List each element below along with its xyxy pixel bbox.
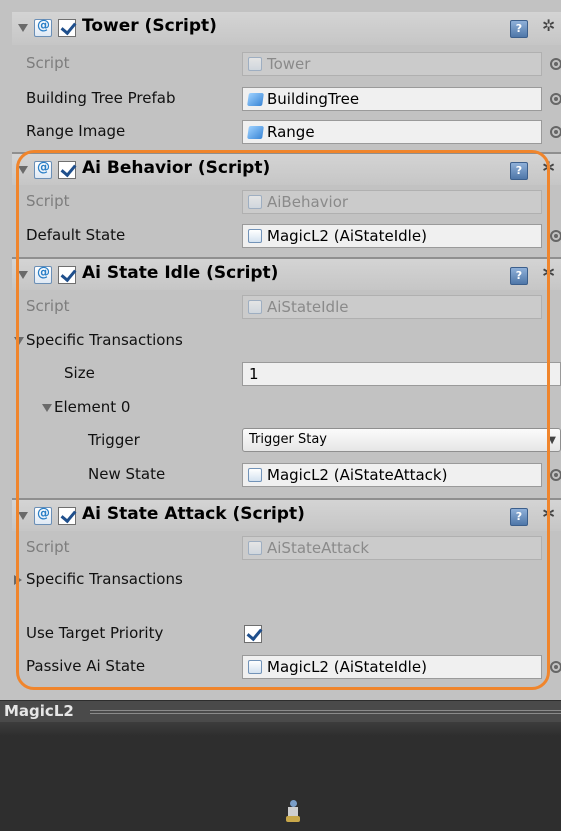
script-field-ai-behavior: AiBehavior	[242, 190, 542, 214]
object-picker-icon[interactable]	[550, 58, 561, 70]
building-tree-prefab-field[interactable]: BuildingTree	[242, 87, 542, 111]
passive-ai-state-field[interactable]: MagicL2 (AiStateIdle)	[242, 655, 542, 679]
preview-title: MagicL2	[4, 702, 74, 720]
script-file-icon	[248, 660, 262, 674]
script-field-tower: Tower	[242, 52, 542, 76]
element-0-foldout[interactable]: Element 0	[54, 398, 130, 416]
enable-checkbox-ai-state-attack[interactable]	[58, 507, 76, 525]
component-title-ai-state-attack: Ai State Attack (Script)	[82, 504, 305, 524]
gear-icon[interactable]: ✲	[542, 158, 555, 177]
preview-top-strip	[0, 722, 561, 736]
script-icon	[34, 160, 52, 179]
component-header-ai-state-attack[interactable]: Ai State Attack (Script) ? ✲	[12, 498, 561, 531]
object-picker-icon[interactable]	[550, 661, 561, 673]
use-target-priority-checkbox[interactable]	[244, 625, 262, 643]
prop-label-trigger: Trigger	[88, 431, 140, 449]
enable-checkbox-tower[interactable]	[58, 19, 76, 37]
component-header-ai-state-idle[interactable]: Ai State Idle (Script) ? ✲	[12, 257, 561, 290]
help-icon[interactable]: ?	[510, 267, 528, 285]
prop-label-building-tree-prefab: Building Tree Prefab	[26, 89, 176, 107]
component-title-tower: Tower (Script)	[82, 16, 217, 36]
script-file-icon	[248, 229, 262, 243]
object-picker-icon[interactable]	[550, 230, 561, 242]
prop-label-range-image: Range Image	[26, 122, 126, 140]
component-header-tower[interactable]: Tower (Script) ? ✲	[12, 12, 561, 45]
prop-label-script: Script	[26, 538, 70, 556]
help-icon[interactable]: ?	[510, 508, 528, 526]
script-field-ai-state-attack: AiStateAttack	[242, 536, 542, 560]
prop-label-passive-ai-state: Passive Ai State	[26, 657, 146, 675]
trigger-dropdown[interactable]: Trigger Stay ▼	[242, 428, 561, 452]
gear-icon[interactable]: ✲	[542, 263, 555, 282]
script-file-icon	[248, 468, 262, 482]
prefab-icon	[247, 126, 264, 139]
tower-model-preview	[286, 800, 300, 824]
size-field[interactable]: 1	[242, 362, 561, 386]
enable-checkbox-ai-behavior[interactable]	[58, 161, 76, 179]
specific-transactions-foldout[interactable]: Specific Transactions	[26, 331, 183, 349]
gear-icon[interactable]: ✲	[542, 504, 555, 523]
prefab-icon	[247, 93, 264, 106]
model-base	[286, 816, 300, 822]
script-icon	[34, 265, 52, 284]
specific-transactions-foldout-attack[interactable]: Specific Transactions	[26, 570, 183, 588]
prop-label-size: Size	[64, 364, 95, 382]
script-field-ai-state-idle: AiStateIdle	[242, 295, 542, 319]
script-icon	[34, 18, 52, 37]
script-file-icon	[248, 300, 262, 314]
fold-arrow-icon[interactable]	[18, 166, 28, 174]
model-body	[288, 807, 298, 816]
model-head	[290, 800, 297, 807]
component-title-ai-behavior: Ai Behavior (Script)	[82, 158, 271, 178]
prop-label-new-state: New State	[88, 465, 166, 483]
prop-label-script: Script	[26, 192, 70, 210]
script-icon	[34, 506, 52, 525]
prop-label-default-state: Default State	[26, 226, 126, 244]
prop-label-script: Script	[26, 297, 70, 315]
component-header-ai-behavior[interactable]: Ai Behavior (Script) ? ✲	[12, 152, 561, 185]
chevron-down-icon: ▼	[548, 435, 556, 446]
preview-divider	[90, 710, 561, 714]
prop-label-script: Script	[26, 54, 70, 72]
preview-area[interactable]	[0, 722, 561, 831]
foldout-arrow-icon[interactable]	[42, 404, 52, 412]
help-icon[interactable]: ?	[510, 162, 528, 180]
object-picker-icon[interactable]	[550, 126, 561, 138]
preview-header[interactable]: MagicL2	[0, 700, 561, 722]
gear-icon[interactable]: ✲	[542, 16, 555, 35]
prop-label-use-target-priority: Use Target Priority	[26, 624, 164, 642]
fold-arrow-icon[interactable]	[18, 271, 28, 279]
fold-arrow-icon[interactable]	[18, 24, 28, 32]
enable-checkbox-ai-state-idle[interactable]	[58, 266, 76, 284]
fold-arrow-icon[interactable]	[18, 512, 28, 520]
script-file-icon	[248, 195, 262, 209]
script-file-icon	[248, 541, 262, 555]
default-state-field[interactable]: MagicL2 (AiStateIdle)	[242, 224, 542, 248]
help-icon[interactable]: ?	[510, 20, 528, 38]
script-file-icon	[248, 57, 262, 71]
range-image-field[interactable]: Range	[242, 120, 542, 144]
foldout-arrow-icon[interactable]	[14, 575, 22, 585]
foldout-arrow-icon[interactable]	[14, 337, 24, 345]
object-picker-icon[interactable]	[550, 93, 561, 105]
inspector-panel: Tower (Script) ? ✲ Script Tower Building…	[12, 12, 561, 700]
inspector-top-strip	[0, 0, 561, 12]
object-picker-icon[interactable]	[550, 469, 561, 481]
component-title-ai-state-idle: Ai State Idle (Script)	[82, 263, 279, 283]
new-state-field[interactable]: MagicL2 (AiStateAttack)	[242, 463, 542, 487]
